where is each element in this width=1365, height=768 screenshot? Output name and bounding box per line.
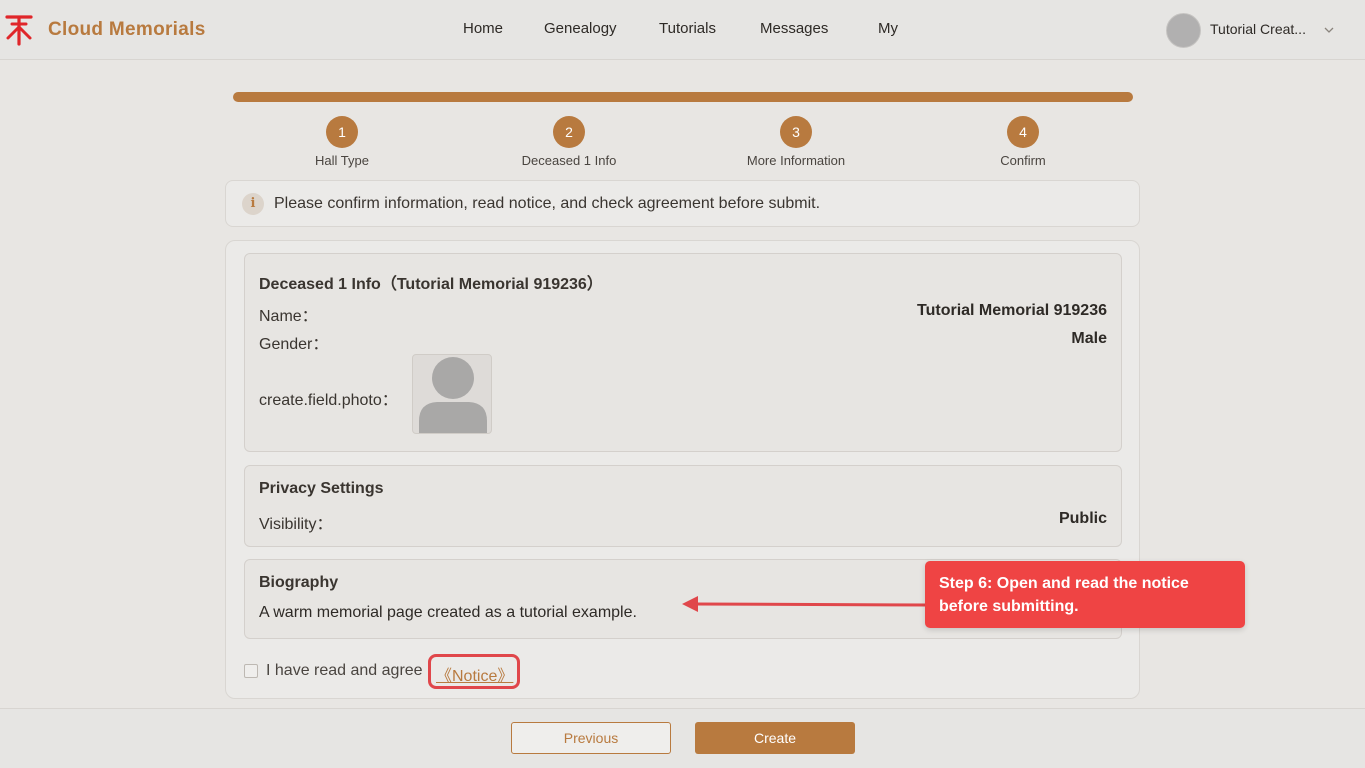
memorial-logo-icon[interactable]	[4, 12, 34, 46]
top-header: Cloud Memorials Home Genealogy Tutorials…	[0, 0, 1365, 60]
photo-label: create.field.photo：	[259, 392, 398, 409]
privacy-title: Privacy Settings	[259, 480, 384, 497]
step-2-circle: 2	[553, 116, 585, 148]
deceased-info-section: Deceased 1 Info（Tutorial Memorial 919236…	[244, 253, 1122, 452]
biography-title: Biography	[259, 574, 339, 591]
annotation-arrow-icon	[682, 596, 929, 612]
notice-highlight-box	[428, 654, 520, 689]
step-3-circle: 3	[780, 116, 812, 148]
step-1-label: Hall Type	[315, 153, 369, 168]
visibility-label: Visibility：	[259, 516, 333, 533]
deceased-info-title: Deceased 1 Info（Tutorial Memorial 919236…	[259, 276, 603, 293]
tutorial-tooltip: Step 6: Open and read the notice before …	[925, 561, 1245, 628]
chevron-down-icon[interactable]	[1323, 24, 1335, 36]
step-4-circle: 4	[1007, 116, 1039, 148]
gender-label: Gender：	[259, 336, 329, 353]
name-label: Name：	[259, 308, 318, 325]
nav-tutorials[interactable]: Tutorials	[659, 20, 716, 37]
step-3-label: More Information	[746, 153, 846, 168]
biography-text: A warm memorial page created as a tutori…	[259, 604, 637, 621]
deceased-photo	[412, 354, 492, 434]
nav-home[interactable]: Home	[463, 20, 503, 37]
gender-value: Male	[1071, 330, 1107, 347]
nav-genealogy[interactable]: Genealogy	[544, 20, 617, 37]
previous-button[interactable]: Previous	[511, 722, 671, 754]
step-1-circle: 1	[326, 116, 358, 148]
user-name[interactable]: Tutorial Creat...	[1210, 21, 1306, 37]
nav-my[interactable]: My	[878, 20, 898, 37]
privacy-section: Privacy Settings Visibility： Public	[244, 465, 1122, 547]
agreement-checkbox[interactable]	[244, 664, 258, 678]
info-icon: i	[242, 193, 264, 215]
visibility-value: Public	[1058, 510, 1107, 527]
bottom-action-bar	[0, 708, 1365, 768]
step-4-label: Confirm	[1000, 153, 1046, 168]
step-2-label: Deceased 1 Info	[521, 153, 617, 168]
brand-name[interactable]: Cloud Memorials	[48, 19, 206, 41]
create-button[interactable]: Create	[695, 722, 855, 754]
info-alert: i Please confirm information, read notic…	[225, 180, 1140, 227]
name-value: Tutorial Memorial 919236	[917, 302, 1107, 319]
avatar[interactable]	[1166, 13, 1201, 48]
step-progress-bar	[233, 92, 1133, 102]
alert-text: Please confirm information, read notice,…	[274, 195, 821, 212]
agreement-label[interactable]: I have read and agree	[266, 662, 423, 680]
person-placeholder-icon	[419, 357, 487, 433]
nav-messages[interactable]: Messages	[760, 20, 828, 37]
